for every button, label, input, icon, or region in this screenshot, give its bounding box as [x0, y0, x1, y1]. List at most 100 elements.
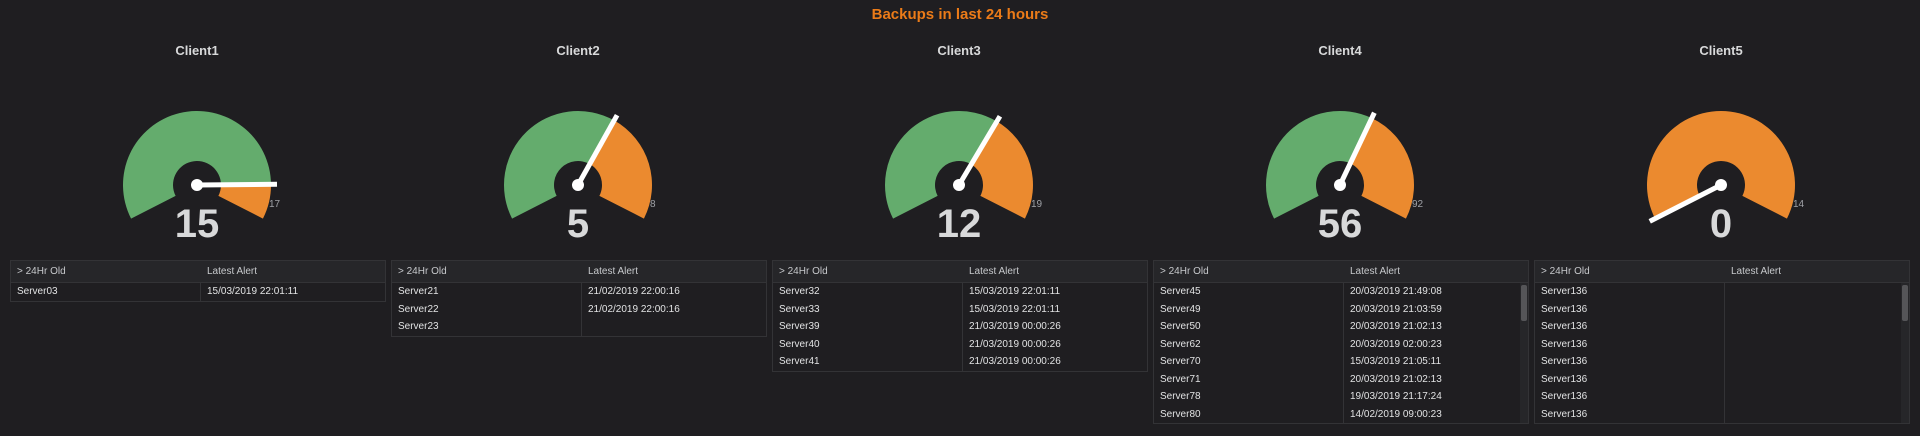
table-row: Server136 — [1535, 405, 1909, 423]
server-cell: Server136 — [1535, 353, 1725, 371]
alerts-table: > 24Hr Old Latest Alert Server21 21/02/2019… — [391, 260, 767, 337]
client-name: Client3 — [937, 43, 981, 58]
table-row: Server40 21/03/2019 00:00:26 — [773, 335, 1147, 353]
column-header-latest-alert[interactable]: Latest Alert — [201, 266, 385, 277]
server-cell: Server21 — [392, 283, 582, 301]
gauge-value: 15 — [174, 202, 220, 246]
alert-time-cell: 15/03/2019 22:01:11 — [969, 286, 1061, 298]
gauge-needle — [196, 181, 278, 188]
column-header-age[interactable]: > 24Hr Old — [392, 266, 582, 277]
server-cell: Server136 — [1535, 300, 1725, 318]
table-header: > 24Hr Old Latest Alert — [1154, 261, 1528, 283]
alert-time-cell: 20/03/2019 21:02:13 — [1350, 321, 1442, 333]
column-header-latest-alert[interactable]: Latest Alert — [963, 266, 1147, 277]
server-cell: Server136 — [1535, 283, 1725, 301]
table-row: Server71 20/03/2019 21:02:13 — [1154, 370, 1528, 388]
alert-time-cell — [1725, 336, 1909, 354]
alert-time-cell: 20/03/2019 21:49:08 — [1350, 286, 1442, 298]
server-cell: Server23 — [392, 318, 582, 336]
alert-time-cell: 21/03/2019 00:00:26 — [969, 321, 1061, 333]
server-cell: Server22 — [392, 300, 582, 318]
alert-time-cell: 20/03/2019 02:00:23 — [1350, 338, 1442, 350]
alert-time-cell: 15/03/2019 22:01:11 — [969, 303, 1061, 315]
server-cell: Server136 — [1535, 405, 1725, 423]
table-row: Server41 21/03/2019 00:00:26 — [773, 353, 1147, 371]
scrollbar-thumb[interactable] — [1902, 285, 1908, 321]
table-body: Server21 21/02/2019 22:00:16 Server22 21/02… — [392, 283, 766, 336]
gauge-value: 56 — [1317, 202, 1363, 246]
table-header: > 24Hr Old Latest Alert — [1535, 261, 1909, 283]
table-row: Server23 — [392, 318, 766, 336]
alert-time-cell: 15/03/2019 21:05:11 — [1350, 356, 1442, 368]
table-row: Server39 21/03/2019 00:00:26 — [773, 318, 1147, 336]
server-cell: Server70 — [1154, 353, 1344, 371]
alert-time-cell — [582, 318, 766, 336]
alert-time-cell: 15/03/2019 22:01:11 — [207, 286, 299, 298]
alert-time-cell: 20/03/2019 21:03:59 — [1350, 303, 1442, 315]
server-cell: Server136 — [1535, 335, 1725, 353]
table-row: Server136 — [1535, 318, 1909, 336]
server-cell: Server49 — [1154, 300, 1344, 318]
alerts-table: > 24Hr Old Latest Alert Server45 20/03/2019… — [1153, 260, 1529, 424]
client-panel: Client5 0 14 > 24Hr Old Latest Alert Server13… — [1534, 40, 1910, 436]
table-row: Server33 15/03/2019 22:01:11 — [773, 300, 1147, 318]
table-row: Server136 — [1535, 283, 1909, 301]
client-panel: Client2 5 8 > 24Hr Old Latest Alert Server21 2… — [391, 40, 767, 436]
gauge-hub — [572, 179, 584, 191]
column-header-age[interactable]: > 24Hr Old — [1535, 266, 1725, 277]
column-header-latest-alert[interactable]: Latest Alert — [582, 266, 766, 277]
gauge-value: 12 — [936, 202, 982, 246]
server-cell: Server41 — [773, 353, 963, 371]
column-header-latest-alert[interactable]: Latest Alert — [1344, 266, 1528, 277]
alert-time-cell — [1725, 301, 1909, 319]
server-cell: Server50 — [1154, 318, 1344, 336]
table-row: Server45 20/03/2019 21:49:08 — [1154, 283, 1528, 301]
column-header-age[interactable]: > 24Hr Old — [11, 266, 201, 277]
table-row: Server62 20/03/2019 02:00:23 — [1154, 335, 1528, 353]
table-body: Server03 15/03/2019 22:01:11 — [11, 283, 385, 301]
client-name: Client5 — [1699, 43, 1743, 58]
table-row: Server50 20/03/2019 21:02:13 — [1154, 318, 1528, 336]
table-row: Server22 21/02/2019 22:00:16 — [392, 300, 766, 318]
alerts-table: > 24Hr Old Latest Alert Server136 Server136… — [1534, 260, 1910, 424]
server-cell: Server78 — [1154, 388, 1344, 406]
alerts-table: > 24Hr Old Latest Alert Server32 15/03/2019… — [772, 260, 1148, 372]
server-cell: Server71 — [1154, 370, 1344, 388]
table-scrollbar[interactable] — [1901, 283, 1909, 423]
alert-time-cell — [1725, 388, 1909, 406]
table-header: > 24Hr Old Latest Alert — [773, 261, 1147, 283]
table-row: Server80 14/02/2019 09:00:23 — [1154, 405, 1528, 423]
alert-time-cell — [1725, 353, 1909, 371]
table-scrollbar[interactable] — [1520, 283, 1528, 423]
alerts-table: > 24Hr Old Latest Alert Server03 15/03/2019… — [10, 260, 386, 302]
alert-time-cell: 21/02/2019 22:00:16 — [588, 286, 680, 298]
table-row: Server78 19/03/2019 21:17:24 — [1154, 388, 1528, 406]
gauge-max-label: 14 — [1793, 199, 1805, 210]
column-header-age[interactable]: > 24Hr Old — [773, 266, 963, 277]
server-cell: Server80 — [1154, 405, 1344, 423]
table-row: Server32 15/03/2019 22:01:11 — [773, 283, 1147, 301]
server-cell: Server136 — [1535, 318, 1725, 336]
table-row: Server49 20/03/2019 21:03:59 — [1154, 300, 1528, 318]
column-header-latest-alert[interactable]: Latest Alert — [1725, 266, 1909, 277]
alert-time-cell: 21/03/2019 00:00:26 — [969, 356, 1061, 368]
table-header: > 24Hr Old Latest Alert — [392, 261, 766, 283]
table-row: Server136 — [1535, 388, 1909, 406]
server-cell: Server136 — [1535, 370, 1725, 388]
server-cell: Server40 — [773, 335, 963, 353]
gauge-hub — [191, 179, 203, 191]
table-row: Server03 15/03/2019 22:01:11 — [11, 283, 385, 301]
alert-time-cell: 14/02/2019 09:00:23 — [1350, 408, 1442, 420]
alert-time-cell: 19/03/2019 21:17:24 — [1350, 391, 1442, 403]
dashboard-title: Backups in last 24 hours — [871, 6, 1049, 23]
gauge-value: 0 — [1709, 202, 1733, 246]
table-body: Server45 20/03/2019 21:49:08 Server49 20/03… — [1154, 283, 1528, 423]
scrollbar-thumb[interactable] — [1521, 285, 1527, 321]
server-cell: Server62 — [1154, 335, 1344, 353]
column-header-age[interactable]: > 24Hr Old — [1154, 266, 1344, 277]
server-cell: Server136 — [1535, 388, 1725, 406]
gauge-max-label: 17 — [269, 199, 281, 210]
gauge-hub — [1715, 179, 1727, 191]
gauge-max-label: 92 — [1412, 199, 1424, 210]
table-row: Server136 — [1535, 353, 1909, 371]
